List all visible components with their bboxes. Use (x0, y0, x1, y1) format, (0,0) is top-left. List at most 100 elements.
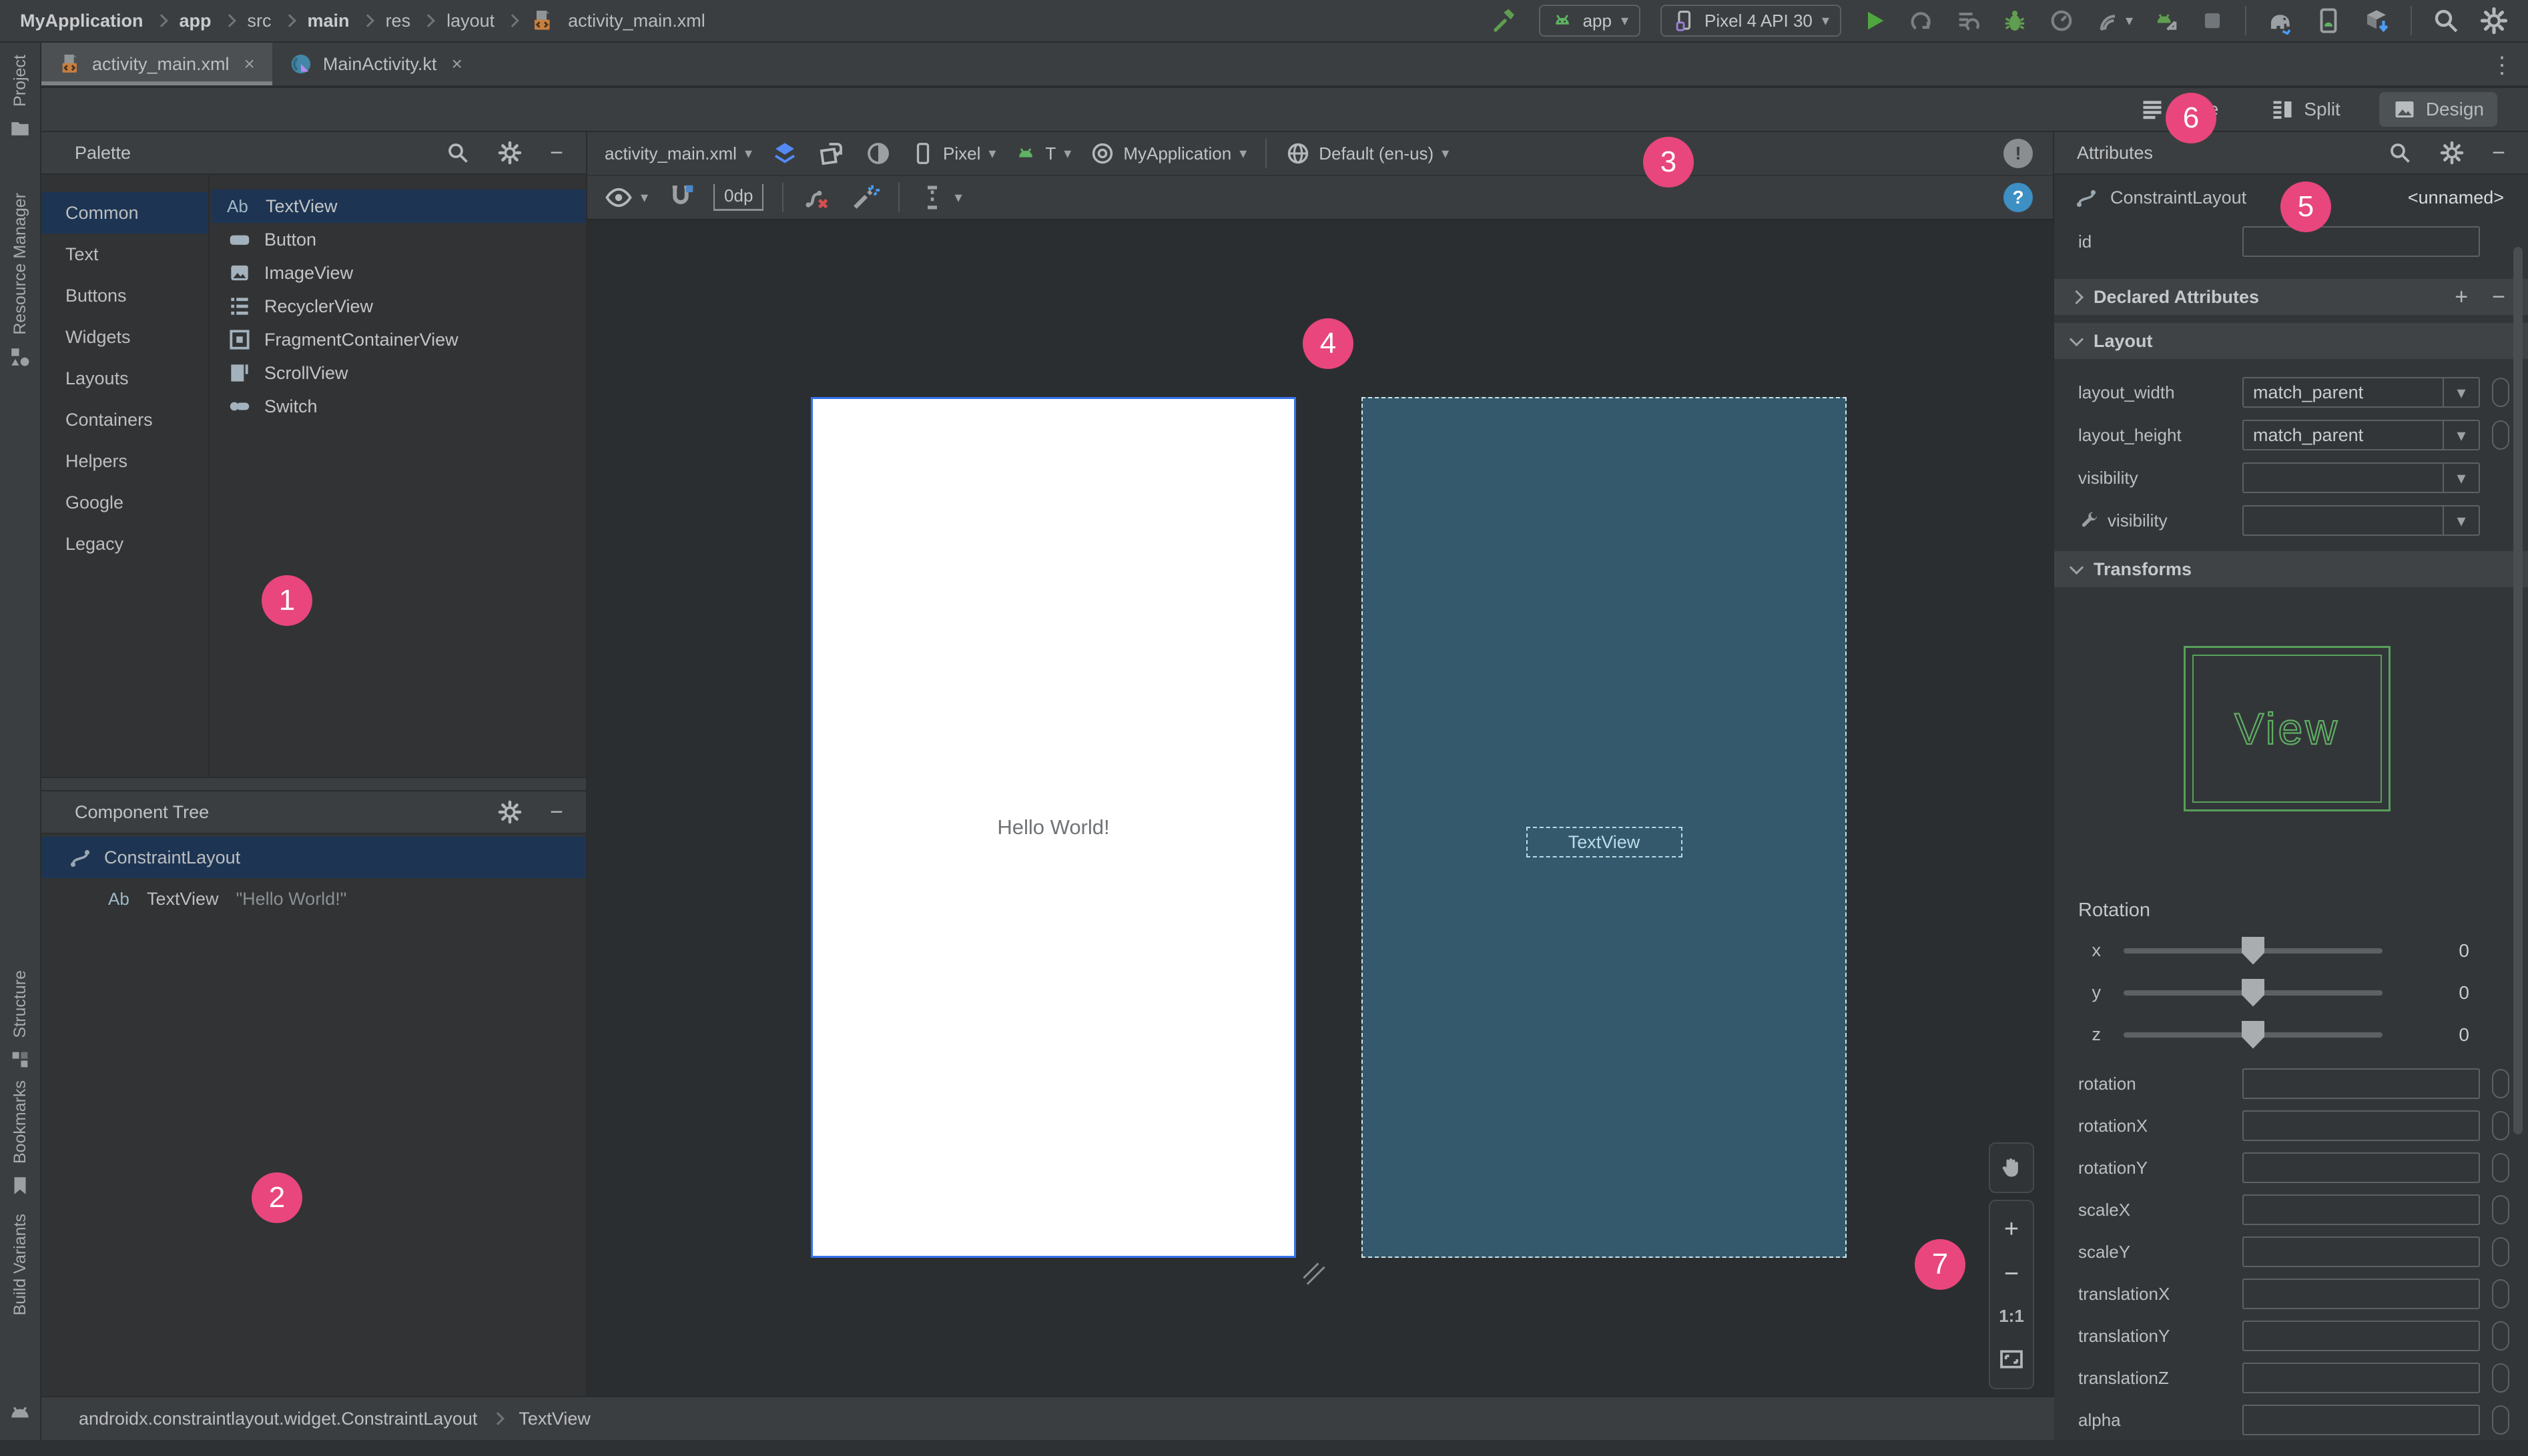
palette-item-fragmentcontainerview[interactable]: FragmentContainerView (211, 323, 586, 356)
rotation-x-input[interactable] (2242, 1110, 2480, 1141)
path-textview[interactable]: TextView (519, 1409, 591, 1429)
palette-category-text[interactable]: Text (41, 234, 208, 275)
translation-y-input[interactable] (2242, 1321, 2480, 1351)
palette-category-layouts[interactable]: Layouts (41, 358, 208, 399)
palette-item-switch[interactable]: Switch (211, 390, 586, 423)
mode-design-button[interactable]: Design (2379, 92, 2497, 127)
constraint-toggle[interactable] (2492, 1153, 2509, 1182)
constraint-toggle[interactable] (2492, 420, 2509, 450)
profiler-icon[interactable]: ▾ (2095, 7, 2133, 34)
transforms-section[interactable]: Transforms (2054, 551, 2528, 587)
apply-code-changes-icon[interactable] (1955, 7, 1981, 34)
blueprint-textview[interactable]: TextView (1526, 827, 1682, 857)
chevron-down-icon[interactable]: ▾ (2443, 378, 2479, 406)
default-margin-select[interactable]: 0dp (713, 184, 764, 211)
tab-main-activity-kt[interactable]: MainActivity.kt × (272, 43, 480, 85)
constraint-toggle[interactable] (2492, 1279, 2509, 1309)
file-variant-select[interactable]: activity_main.xml ▾ (605, 143, 752, 164)
rotation-z-slider[interactable] (2124, 1020, 2383, 1049)
logcat-android-icon[interactable] (0, 1401, 40, 1426)
palette-item-button[interactable]: Button (211, 223, 586, 256)
gear-icon[interactable] (498, 800, 522, 824)
device-menu[interactable]: Pixel ▾ (911, 141, 996, 165)
minimize-icon[interactable]: − (2492, 141, 2505, 164)
palette-category-helpers[interactable]: Helpers (41, 440, 208, 482)
tree-item-textview[interactable]: Ab TextView "Hello World!" (41, 878, 586, 920)
translation-x-input[interactable] (2242, 1279, 2480, 1309)
palette-category-widgets[interactable]: Widgets (41, 316, 208, 358)
tool-window-resource-manager[interactable]: Resource Manager (0, 193, 40, 368)
minimize-icon[interactable]: − (550, 801, 563, 823)
alpha-input[interactable] (2242, 1405, 2480, 1435)
tree-item-constraintlayout[interactable]: ConstraintLayout (41, 837, 586, 878)
device-select[interactable]: Pixel 4 API 30 ▾ (1660, 5, 1841, 37)
rotation-y-input[interactable] (2242, 1152, 2480, 1183)
search-icon[interactable] (446, 141, 470, 165)
rotation-input[interactable] (2242, 1068, 2480, 1099)
help-icon[interactable]: ? (2003, 183, 2033, 212)
guideline-menu[interactable]: ▾ (918, 184, 962, 212)
constraint-toggle[interactable] (2492, 1069, 2509, 1098)
close-icon[interactable]: × (451, 53, 462, 75)
remove-attribute-button[interactable]: − (2492, 284, 2505, 310)
declared-attributes-section[interactable]: Declared Attributes + − (2054, 279, 2528, 315)
palette-category-common[interactable]: Common (41, 192, 208, 234)
settings-gear-icon[interactable] (2480, 7, 2508, 35)
palette-category-legacy[interactable]: Legacy (41, 523, 208, 565)
pan-button[interactable] (1989, 1142, 2034, 1193)
constraint-toggle[interactable] (2492, 1405, 2509, 1435)
id-input[interactable] (2242, 226, 2480, 257)
orientation-select[interactable] (818, 139, 846, 167)
transform-view-preview[interactable]: View (2184, 646, 2391, 811)
tool-window-build-variants[interactable]: Build Variants (0, 1214, 40, 1315)
view-options-menu[interactable]: ▾ (605, 184, 648, 212)
breadcrumb-project[interactable]: MyApplication (20, 11, 143, 31)
zoom-fit-button[interactable] (1998, 1346, 2025, 1373)
gradle-sync-icon[interactable] (2266, 7, 2294, 35)
run-config-select[interactable]: app ▾ (1538, 5, 1641, 37)
tool-window-bookmarks[interactable]: Bookmarks (0, 1080, 40, 1197)
translation-z-input[interactable] (2242, 1363, 2480, 1393)
slider-thumb[interactable] (2242, 936, 2264, 965)
chevron-down-icon[interactable]: ▾ (2443, 421, 2479, 449)
scale-x-input[interactable] (2242, 1194, 2480, 1225)
constraint-toggle[interactable] (2492, 1111, 2509, 1140)
blueprint-view-phone[interactable]: TextView (1361, 397, 1847, 1258)
layout-height-select[interactable]: match_parent ▾ (2242, 420, 2480, 450)
add-attribute-button[interactable]: + (2455, 284, 2468, 310)
stop-icon[interactable] (2200, 8, 2225, 33)
tab-activity-main-xml[interactable]: activity_main.xml × (41, 43, 272, 85)
canvas-resize-handle[interactable] (1299, 1258, 1328, 1288)
run-icon[interactable] (1861, 7, 1888, 34)
palette-item-textview[interactable]: Ab TextView (211, 190, 586, 223)
theme-menu[interactable]: MyApplication ▾ (1090, 141, 1247, 166)
visibility-select[interactable]: ▾ (2242, 462, 2480, 493)
palette-category-containers[interactable]: Containers (41, 399, 208, 440)
breadcrumb-app[interactable]: app (180, 11, 212, 31)
minimize-icon[interactable]: − (550, 141, 563, 164)
profile-icon[interactable] (2048, 7, 2075, 34)
breadcrumb-main[interactable]: main (308, 11, 350, 31)
api-level-menu[interactable]: T ▾ (1014, 142, 1071, 165)
surface-mode-select[interactable] (771, 139, 799, 167)
search-icon[interactable] (2388, 141, 2412, 165)
sdk-manager-icon[interactable] (2362, 7, 2391, 35)
constraint-toggle[interactable] (2492, 1237, 2509, 1266)
device-manager-icon[interactable] (2314, 7, 2342, 35)
rotation-x-slider[interactable] (2124, 936, 2383, 965)
breadcrumb-res[interactable]: res (386, 11, 411, 31)
search-everywhere-icon[interactable] (2432, 7, 2460, 35)
zoom-1to1-button[interactable]: 1:1 (1999, 1306, 2024, 1327)
constraint-toggle[interactable] (2492, 1363, 2509, 1393)
build-hammer-icon[interactable] (1491, 7, 1519, 35)
layout-section[interactable]: Layout (2054, 323, 2528, 359)
palette-category-google[interactable]: Google (41, 482, 208, 523)
palette-item-imageview[interactable]: ImageView (211, 256, 586, 290)
night-mode-select[interactable] (864, 139, 892, 167)
locale-menu[interactable]: Default (en-us) ▾ (1285, 141, 1449, 166)
path-constraintlayout[interactable]: androidx.constraintlayout.widget.Constra… (79, 1409, 477, 1429)
constraint-toggle[interactable] (2492, 1195, 2509, 1224)
slider-thumb[interactable] (2242, 1020, 2264, 1049)
design-view-phone[interactable]: Hello World! (811, 397, 1296, 1258)
close-icon[interactable]: × (244, 53, 255, 75)
